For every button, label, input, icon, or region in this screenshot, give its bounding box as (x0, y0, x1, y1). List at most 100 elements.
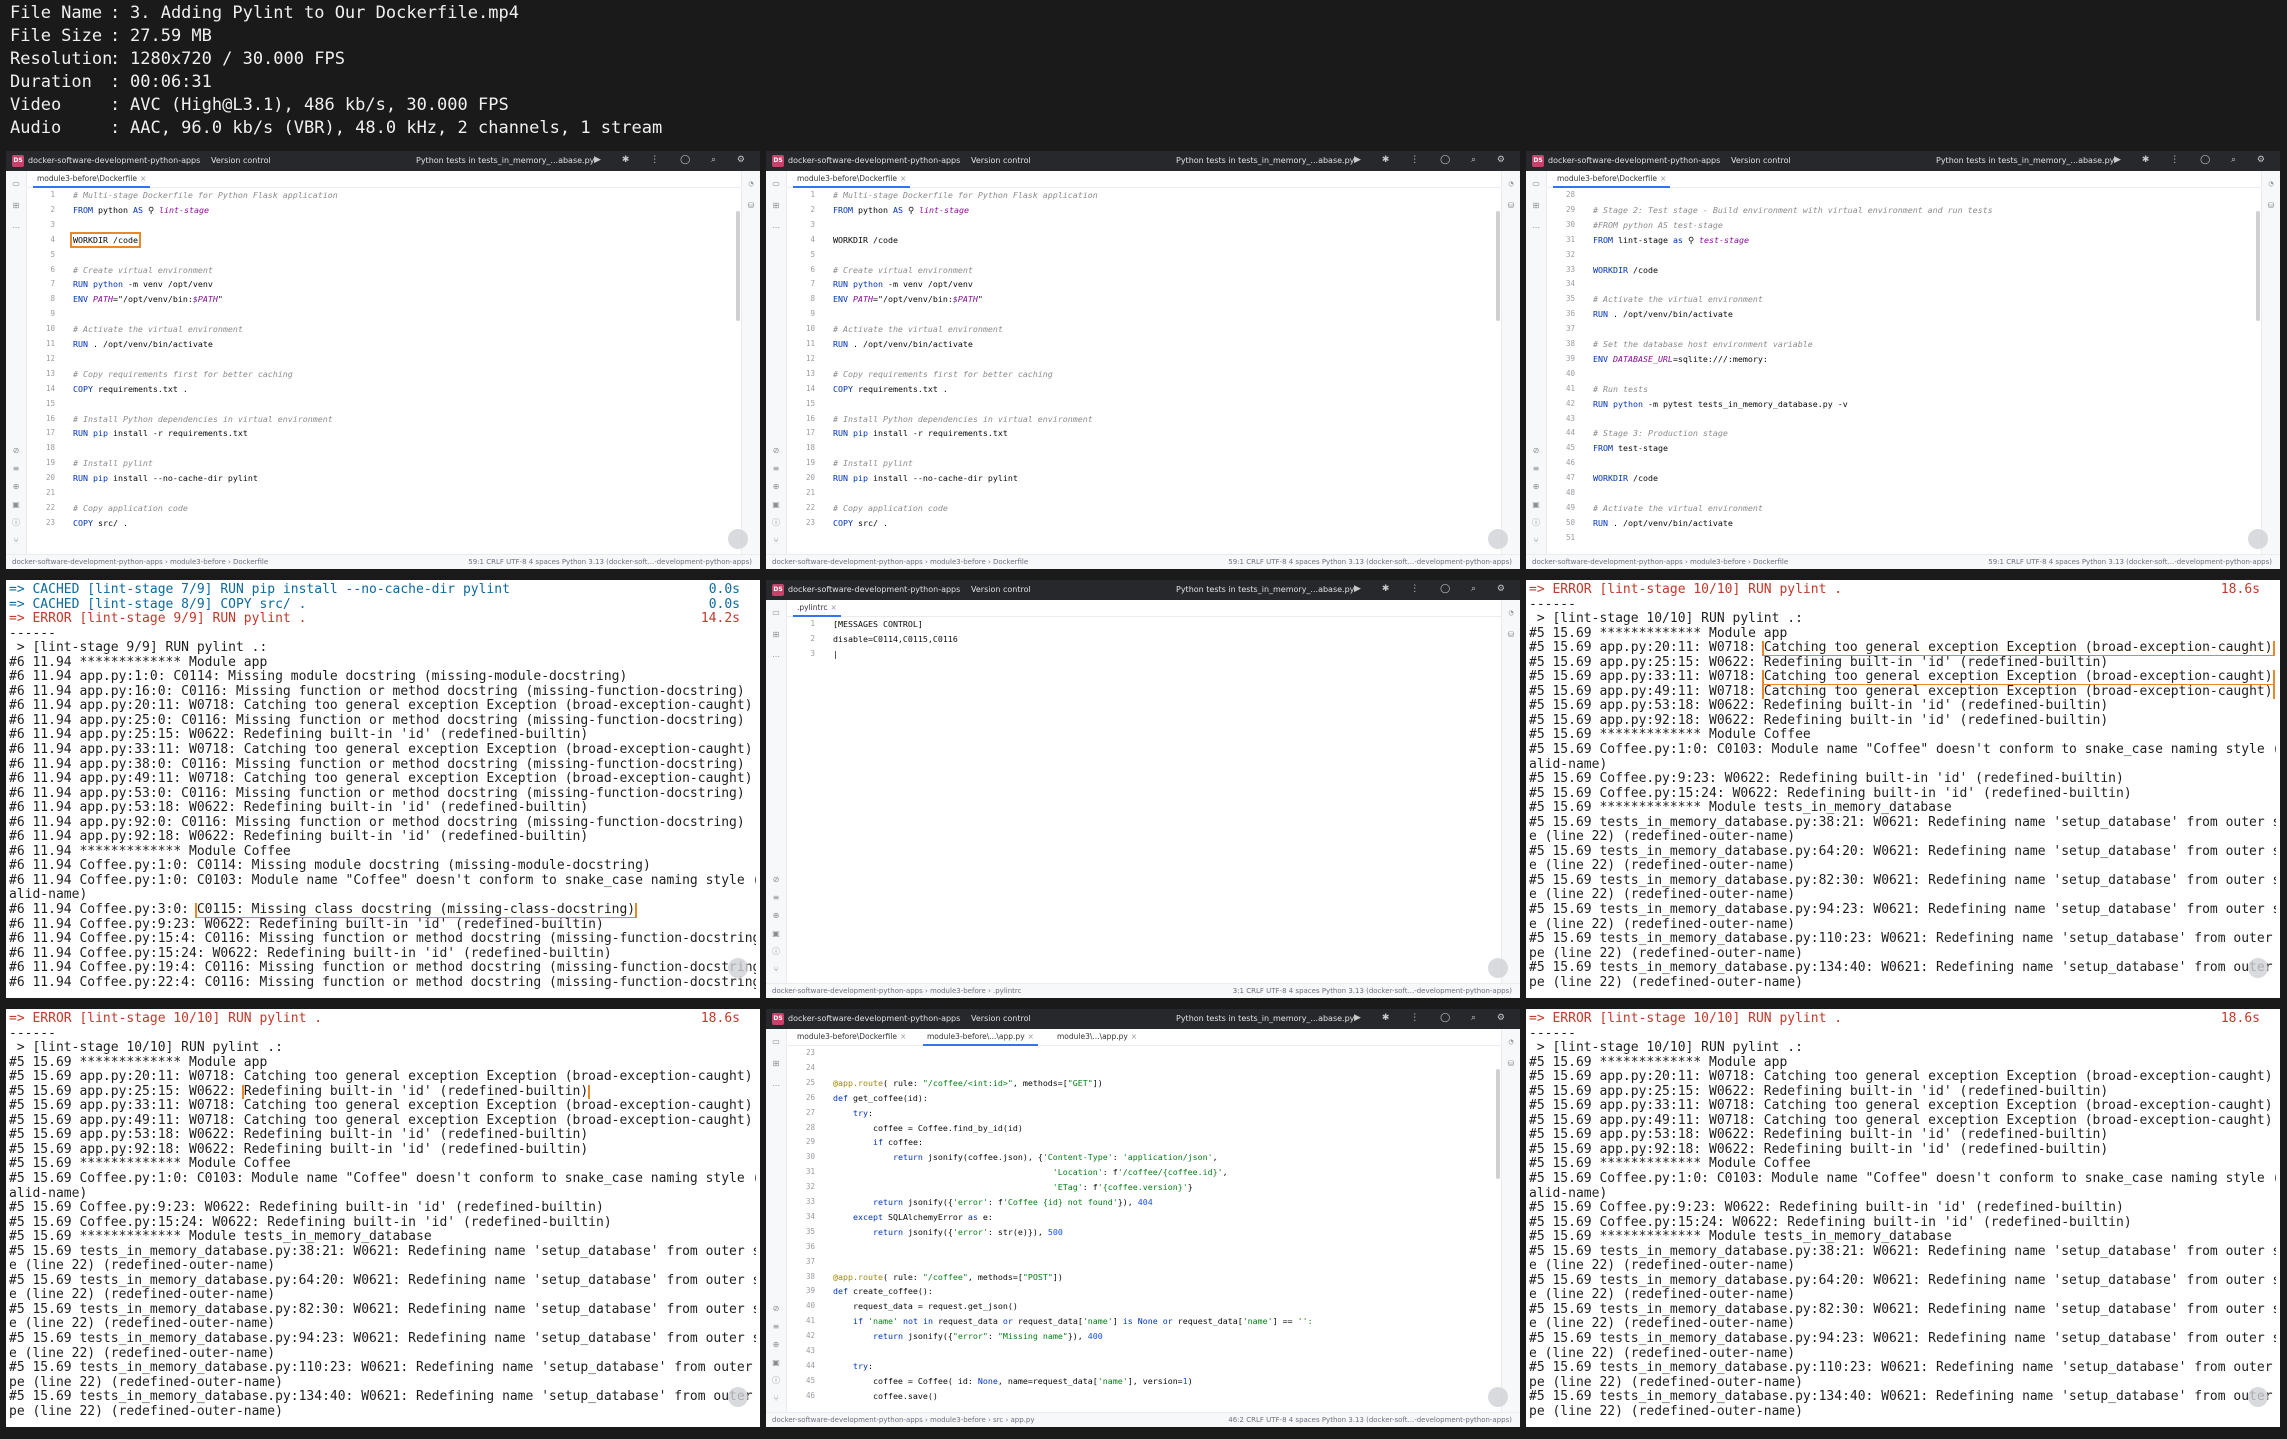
git-icon[interactable]: ⑂ (11, 536, 21, 546)
folder-icon[interactable]: ▭ (771, 1037, 781, 1047)
terminal-icon[interactable]: ▣ (771, 500, 781, 510)
git-icon[interactable]: ⑂ (771, 1394, 781, 1404)
status-breadcrumb[interactable]: docker-software-development-python-apps … (772, 1416, 1034, 1424)
floating-assistant-button[interactable] (728, 529, 748, 549)
problems-icon[interactable]: ⓘ (771, 1376, 781, 1386)
terminal-icon[interactable]: ▣ (1531, 500, 1541, 510)
database-icon[interactable]: ⛁ (1506, 630, 1516, 640)
folder-icon[interactable]: ▭ (771, 179, 781, 189)
floating-assistant-button[interactable] (1488, 1387, 1508, 1407)
status-breadcrumb[interactable]: docker-software-development-python-apps … (12, 558, 268, 566)
status-info[interactable]: 46:2 CRLF UTF-8 4 spaces Python 3.13 (do… (1228, 1416, 1512, 1424)
code-editor[interactable]: 1 # Multi-stage Dockerfile for Python Fla… (787, 188, 1501, 555)
folder-icon[interactable]: ▭ (771, 608, 781, 618)
problems-icon[interactable]: ⓘ (771, 518, 781, 528)
code-editor[interactable]: 28 29 # Stage 2: Test stage - Build enviro… (1547, 188, 2261, 555)
structure-icon[interactable]: ⊞ (1531, 201, 1541, 211)
terminal-icon[interactable]: ▣ (11, 500, 21, 510)
python-console-icon[interactable]: ⊕ (771, 482, 781, 492)
toolbar-icons[interactable]: ▶ ✱ ⋮ ◯ ⌕ ⚙ (1354, 584, 1514, 594)
close-tab-icon[interactable]: × (1028, 1032, 1034, 1041)
notifications-icon[interactable]: ◔ (2266, 179, 2276, 189)
version-control-menu[interactable]: Version control (1731, 156, 1791, 165)
python-console-icon[interactable]: ⊕ (11, 482, 21, 492)
editor-tab[interactable]: module3-before\...\app.py × (923, 1029, 1038, 1046)
notifications-icon[interactable]: ◔ (1506, 608, 1516, 618)
close-tab-icon[interactable]: × (1131, 1032, 1137, 1041)
layers-icon[interactable]: ≡ (771, 893, 781, 903)
status-breadcrumb[interactable]: docker-software-development-python-apps … (1532, 558, 1788, 566)
folder-icon[interactable]: ▭ (11, 179, 21, 189)
structure-icon[interactable]: ⊞ (771, 630, 781, 640)
floating-assistant-button[interactable] (2248, 958, 2268, 978)
services-icon[interactable]: ⊘ (771, 446, 781, 456)
layers-icon[interactable]: ≡ (1531, 464, 1541, 474)
notifications-icon[interactable]: ◔ (1506, 1037, 1516, 1047)
database-icon[interactable]: ⛁ (1506, 201, 1516, 211)
status-info[interactable]: 59:1 CRLF UTF-8 4 spaces Python 3.13 (do… (468, 558, 752, 566)
structure-icon[interactable]: ⊞ (771, 201, 781, 211)
run-configuration-selector[interactable]: Python tests in tests_in_memory_...abase… (416, 156, 594, 165)
close-tab-icon[interactable]: × (831, 603, 837, 612)
status-breadcrumb[interactable]: docker-software-development-python-apps … (772, 987, 1021, 995)
toolbar-icons[interactable]: ▶ ✱ ⋮ ◯ ⌕ ⚙ (594, 155, 754, 165)
code-editor[interactable]: 1 # Multi-stage Dockerfile for Python Fla… (27, 188, 741, 555)
layers-icon[interactable]: ≡ (771, 464, 781, 474)
more-icon[interactable]: ⋯ (771, 223, 781, 233)
project-selector[interactable]: docker-software-development-python-apps (788, 585, 960, 594)
structure-icon[interactable]: ⊞ (771, 1059, 781, 1069)
version-control-menu[interactable]: Version control (211, 156, 271, 165)
terminal-icon[interactable]: ▣ (771, 1358, 781, 1368)
database-icon[interactable]: ⛁ (746, 201, 756, 211)
toolbar-icons[interactable]: ▶ ✱ ⋮ ◯ ⌕ ⚙ (1354, 1013, 1514, 1023)
python-console-icon[interactable]: ⊕ (1531, 482, 1541, 492)
status-info[interactable]: 59:1 CRLF UTF-8 4 spaces Python 3.13 (do… (1988, 558, 2272, 566)
project-selector[interactable]: docker-software-development-python-apps (788, 156, 960, 165)
problems-icon[interactable]: ⓘ (1531, 518, 1541, 528)
close-tab-icon[interactable]: × (900, 174, 906, 183)
editor-tab[interactable]: .pylintrc × (793, 600, 841, 617)
more-icon[interactable]: ⋯ (771, 652, 781, 662)
git-icon[interactable]: ⑂ (1531, 536, 1541, 546)
status-info[interactable]: 59:1 CRLF UTF-8 4 spaces Python 3.13 (do… (1228, 558, 1512, 566)
folder-icon[interactable]: ▭ (1531, 179, 1541, 189)
editor-tab[interactable]: module3-before\Dockerfile × (33, 171, 151, 188)
run-configuration-selector[interactable]: Python tests in tests_in_memory_...abase… (1176, 156, 1354, 165)
editor-tab[interactable]: module3\...\app.py × (1053, 1029, 1141, 1044)
editor-tab[interactable]: module3-before\Dockerfile × (1553, 171, 1671, 188)
layers-icon[interactable]: ≡ (771, 1322, 781, 1332)
terminal-icon[interactable]: ▣ (771, 929, 781, 939)
editor-scrollbar[interactable] (736, 211, 740, 321)
toolbar-icons[interactable]: ▶ ✱ ⋮ ◯ ⌕ ⚙ (2114, 155, 2274, 165)
python-console-icon[interactable]: ⊕ (771, 1340, 781, 1350)
floating-assistant-button[interactable] (1488, 958, 1508, 978)
database-icon[interactable]: ⛁ (2266, 201, 2276, 211)
structure-icon[interactable]: ⊞ (11, 201, 21, 211)
more-icon[interactable]: ⋯ (1531, 223, 1541, 233)
services-icon[interactable]: ⊘ (1531, 446, 1541, 456)
notifications-icon[interactable]: ◔ (1506, 179, 1516, 189)
version-control-menu[interactable]: Version control (971, 585, 1031, 594)
floating-assistant-button[interactable] (728, 1387, 748, 1407)
code-editor[interactable]: 23 24 25 @app.route( rule: "/coffee/<int:id… (787, 1046, 1501, 1413)
status-breadcrumb[interactable]: docker-software-development-python-apps … (772, 558, 1028, 566)
notifications-icon[interactable]: ◔ (746, 179, 756, 189)
code-editor[interactable]: 1 [MESSAGES CONTROL] 2 disable=C0114,C0115,… (787, 617, 1501, 984)
run-configuration-selector[interactable]: Python tests in tests_in_memory_...abase… (1176, 585, 1354, 594)
database-icon[interactable]: ⛁ (1506, 1059, 1516, 1069)
status-info[interactable]: 3:1 CRLF UTF-8 4 spaces Python 3.13 (doc… (1233, 987, 1512, 995)
run-configuration-selector[interactable]: Python tests in tests_in_memory_...abase… (1176, 1014, 1354, 1023)
editor-scrollbar[interactable] (2256, 211, 2260, 321)
problems-icon[interactable]: ⓘ (11, 518, 21, 528)
more-icon[interactable]: ⋯ (11, 223, 21, 233)
services-icon[interactable]: ⊘ (771, 875, 781, 885)
editor-scrollbar[interactable] (1496, 211, 1500, 321)
layers-icon[interactable]: ≡ (11, 464, 21, 474)
project-selector[interactable]: docker-software-development-python-apps (28, 156, 200, 165)
editor-tab[interactable]: module3-before\Dockerfile × (793, 171, 911, 188)
run-configuration-selector[interactable]: Python tests in tests_in_memory_...abase… (1936, 156, 2114, 165)
project-selector[interactable]: docker-software-development-python-apps (788, 1014, 960, 1023)
services-icon[interactable]: ⊘ (11, 446, 21, 456)
version-control-menu[interactable]: Version control (971, 1014, 1031, 1023)
services-icon[interactable]: ⊘ (771, 1304, 781, 1314)
